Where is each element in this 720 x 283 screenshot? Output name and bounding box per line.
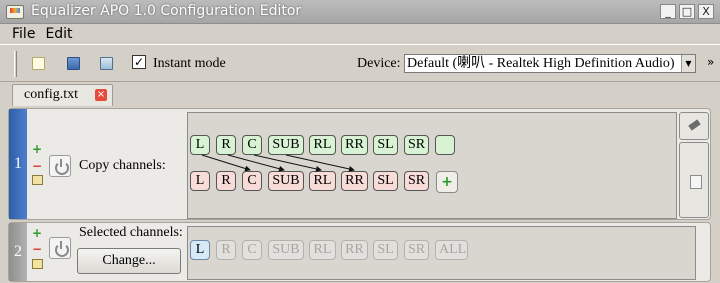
channel-c[interactable]: C bbox=[242, 240, 262, 260]
source-channel-l[interactable]: L bbox=[190, 135, 210, 155]
menu-file[interactable]: File bbox=[12, 24, 35, 44]
maximize-button[interactable]: □ bbox=[679, 4, 695, 19]
selected-channels-area: L R C SUB RL RR SL SR ALL bbox=[187, 226, 696, 280]
toolbar-grip[interactable] bbox=[14, 51, 17, 77]
minus-icon[interactable]: − bbox=[32, 160, 42, 172]
tab-label: config.txt bbox=[24, 87, 79, 102]
target-channel-sub[interactable]: SUB bbox=[268, 171, 304, 191]
filter-number[interactable]: 1 bbox=[9, 109, 27, 219]
target-channel-sr[interactable]: SR bbox=[404, 171, 429, 191]
filter-label: Selected channels: bbox=[79, 225, 183, 240]
tab-close-icon[interactable]: × bbox=[95, 89, 107, 101]
brush-icon[interactable] bbox=[679, 112, 709, 140]
window-title: Equalizer APO 1.0 Configuration Editor bbox=[31, 3, 302, 19]
instant-mode-label[interactable]: Instant mode bbox=[153, 56, 226, 72]
source-channel-sr[interactable]: SR bbox=[404, 135, 429, 155]
plus-icon[interactable]: + bbox=[32, 143, 42, 155]
notes-icon[interactable] bbox=[679, 142, 709, 218]
toolbar: ✓ Instant mode Device: Default (喇叭 - Rea… bbox=[0, 44, 720, 82]
app-icon bbox=[6, 5, 24, 19]
copy-arrow-l-to-c bbox=[201, 154, 251, 172]
power-icon[interactable] bbox=[49, 237, 71, 259]
source-channel-c[interactable]: C bbox=[242, 135, 262, 155]
copy-arrow-sub-to-rr bbox=[285, 154, 355, 172]
source-channel-sub[interactable]: SUB bbox=[268, 135, 304, 155]
source-channel-sl[interactable]: SL bbox=[373, 135, 398, 155]
filter-label: Copy channels: bbox=[79, 158, 166, 173]
channel-rr[interactable]: RR bbox=[341, 240, 368, 260]
menu-bar: File Edit bbox=[0, 24, 720, 44]
channel-sr[interactable]: SR bbox=[404, 240, 429, 260]
target-channel-c[interactable]: C bbox=[242, 171, 262, 191]
target-channel-r[interactable]: R bbox=[216, 171, 236, 191]
source-channel-r[interactable]: R bbox=[216, 135, 236, 155]
copy-arrow-c-to-rl bbox=[253, 154, 322, 172]
device-select[interactable]: Default (喇叭 - Realtek High Definition Au… bbox=[404, 54, 696, 73]
target-channel-rr[interactable]: RR bbox=[341, 171, 368, 191]
save-file-icon[interactable] bbox=[100, 57, 113, 70]
channel-routing-area: L R C SUB RL RR SL SR L R C SUB RL RR SL… bbox=[187, 112, 677, 219]
instant-mode-checkbox[interactable]: ✓ bbox=[132, 55, 146, 69]
minus-icon[interactable]: − bbox=[32, 243, 42, 255]
source-channel-rl[interactable]: RL bbox=[309, 135, 336, 155]
change-channels-button[interactable]: Change... bbox=[77, 248, 181, 274]
target-channel-rl[interactable]: RL bbox=[309, 171, 336, 191]
power-icon[interactable] bbox=[49, 155, 71, 177]
open-file-icon[interactable] bbox=[67, 57, 80, 70]
filter-number[interactable]: 2 bbox=[9, 223, 27, 281]
add-target-channel-button[interactable]: + bbox=[436, 171, 458, 193]
device-label: Device: bbox=[357, 56, 401, 71]
title-bar: Equalizer APO 1.0 Configuration Editor _… bbox=[0, 0, 720, 24]
channel-r[interactable]: R bbox=[216, 240, 236, 260]
filter-panel-copy: 1 + − Copy channels: L R C SUB RL RR SL … bbox=[8, 108, 711, 220]
channel-sub[interactable]: SUB bbox=[268, 240, 304, 260]
minimize-button[interactable]: _ bbox=[660, 4, 676, 19]
tab-strip: config.txt × bbox=[0, 82, 720, 106]
edit-icon[interactable] bbox=[32, 259, 43, 269]
filter-side-controls bbox=[679, 112, 709, 218]
chevron-down-icon[interactable]: ▼ bbox=[681, 55, 695, 72]
target-channel-sl[interactable]: SL bbox=[373, 171, 398, 191]
source-channel-empty[interactable] bbox=[435, 135, 455, 155]
target-channel-l[interactable]: L bbox=[190, 171, 210, 191]
channel-all[interactable]: ALL bbox=[435, 240, 468, 260]
channel-sl[interactable]: SL bbox=[373, 240, 398, 260]
device-value: Default (喇叭 - Realtek High Definition Au… bbox=[407, 56, 675, 71]
copy-arrow-r-to-sub bbox=[227, 154, 285, 172]
toolbar-overflow-button[interactable]: » bbox=[707, 55, 714, 69]
close-button[interactable]: X bbox=[698, 4, 714, 19]
plus-icon[interactable]: + bbox=[32, 227, 42, 239]
filter-panel-selected: 2 + − Selected channels: Change... L R C… bbox=[8, 222, 711, 282]
menu-edit[interactable]: Edit bbox=[45, 24, 72, 44]
edit-icon[interactable] bbox=[32, 175, 43, 185]
new-file-icon[interactable] bbox=[32, 57, 45, 70]
channel-l-selected[interactable]: L bbox=[190, 240, 210, 260]
tab-config[interactable]: config.txt × bbox=[12, 84, 113, 106]
channel-rl[interactable]: RL bbox=[309, 240, 336, 260]
channel-routing-arrows bbox=[201, 154, 355, 172]
source-channel-rr[interactable]: RR bbox=[341, 135, 368, 155]
